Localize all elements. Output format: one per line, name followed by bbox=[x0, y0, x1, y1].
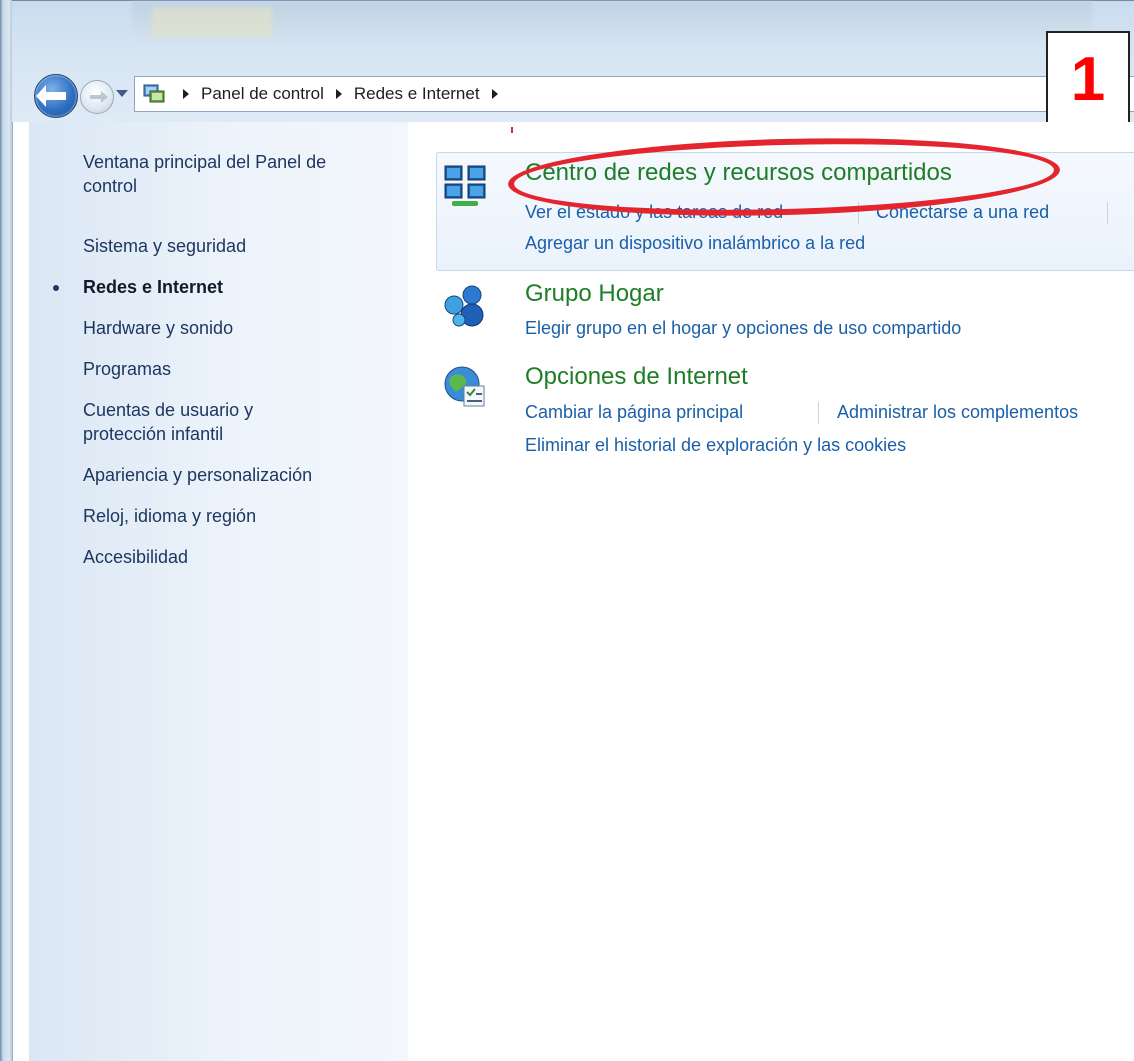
sidebar-item-hardware-y-sonido[interactable]: Hardware y sonido bbox=[83, 316, 233, 340]
link-delete-browsing-history[interactable]: Eliminar el historial de exploración y l… bbox=[525, 435, 906, 456]
back-arrow-icon bbox=[36, 85, 66, 107]
sidebar-item-label: Ventana principal del Panel de bbox=[83, 152, 327, 172]
sidebar-left-edge bbox=[12, 122, 29, 1061]
sidebar bbox=[12, 122, 408, 1061]
sidebar-item-label: control bbox=[83, 176, 138, 196]
control-panel-icon bbox=[143, 84, 165, 103]
link-network-status[interactable]: Ver el estado y las tareas de red bbox=[525, 202, 783, 223]
breadcrumb-separator-icon[interactable] bbox=[491, 89, 498, 99]
address-bar[interactable]: Panel de control Redes e Internet bbox=[134, 76, 1134, 112]
link-add-wireless-device[interactable]: Agregar un dispositivo inalámbrico a la … bbox=[525, 233, 865, 254]
link-manage-add-ons[interactable]: Administrar los complementos bbox=[837, 402, 1078, 423]
sidebar-item-cuentas-de-usuario[interactable]: Cuentas de usuario y protección infantil bbox=[83, 398, 253, 446]
annotation-number-badge: 1 bbox=[1046, 31, 1130, 127]
category-title-internet-options[interactable]: Opciones de Internet bbox=[525, 363, 748, 391]
internet-options-icon[interactable] bbox=[442, 364, 488, 410]
background-window-toolbar bbox=[132, 1, 1092, 41]
homegroup-icon[interactable] bbox=[442, 283, 488, 329]
sidebar-item-accesibilidad[interactable]: Accesibilidad bbox=[83, 545, 188, 569]
breadcrumb-separator-icon[interactable] bbox=[335, 89, 342, 99]
sidebar-item-programas[interactable]: Programas bbox=[83, 357, 171, 381]
breadcrumb-item-panel-de-control[interactable]: Panel de control bbox=[201, 84, 324, 104]
sidebar-item-label: protección infantil bbox=[83, 424, 224, 444]
sidebar-item-apariencia[interactable]: Apariencia y personalización bbox=[83, 463, 312, 487]
forward-arrow-icon bbox=[90, 91, 108, 103]
link-connect-network[interactable]: Conectarse a una red bbox=[876, 202, 1049, 223]
annotation-mark bbox=[511, 127, 513, 133]
link-change-home-page[interactable]: Cambiar la página principal bbox=[525, 402, 743, 423]
link-separator bbox=[1107, 202, 1108, 224]
sidebar-item-redes-e-internet: Redes e Internet bbox=[53, 275, 224, 299]
back-button[interactable] bbox=[34, 74, 78, 118]
category-title-homegroup[interactable]: Grupo Hogar bbox=[525, 280, 664, 308]
sidebar-item-reloj-idioma-region[interactable]: Reloj, idioma y región bbox=[83, 504, 256, 528]
breadcrumb-item-redes-e-internet[interactable]: Redes e Internet bbox=[354, 84, 480, 104]
sidebar-item-ventana-principal[interactable]: Ventana principal del Panel de control bbox=[83, 150, 326, 198]
breadcrumb: Panel de control Redes e Internet bbox=[171, 77, 510, 111]
link-separator bbox=[818, 402, 819, 424]
sidebar-item-label: Cuentas de usuario y bbox=[83, 400, 254, 420]
window-frame bbox=[0, 0, 12, 1061]
current-page-bullet-icon bbox=[53, 285, 59, 291]
link-separator bbox=[858, 202, 859, 224]
forward-button[interactable] bbox=[80, 80, 114, 114]
recent-pages-dropdown[interactable] bbox=[116, 90, 128, 97]
breadcrumb-separator-icon[interactable] bbox=[183, 89, 189, 99]
link-homegroup-options[interactable]: Elegir grupo en el hogar y opciones de u… bbox=[525, 318, 961, 339]
category-title-network-center[interactable]: Centro de redes y recursos compartidos bbox=[525, 159, 952, 187]
navigation-bar: Panel de control Redes e Internet bbox=[30, 72, 1134, 118]
network-center-icon[interactable] bbox=[442, 163, 488, 209]
sidebar-item-label: Redes e Internet bbox=[83, 277, 224, 297]
control-panel-window: Panel de control Redes e Internet 1 Vent… bbox=[0, 0, 1134, 1061]
sidebar-item-sistema-y-seguridad[interactable]: Sistema y seguridad bbox=[83, 234, 246, 258]
